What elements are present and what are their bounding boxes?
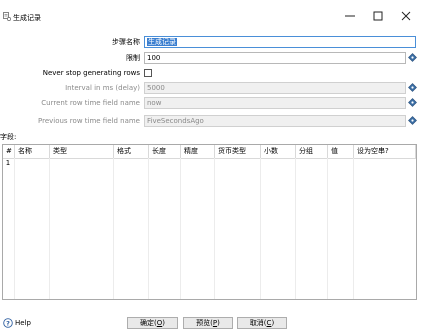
interval-input[interactable]: 5000 [144,82,406,94]
column-header[interactable]: 小数 [261,145,296,158]
limit-label: 限制 [126,54,140,62]
current-time-label: Current row time field name [41,99,140,107]
column-divider [295,158,296,299]
column-header[interactable]: # [3,145,15,158]
column-divider [260,158,261,299]
variable-diamond-icon[interactable] [408,116,417,125]
preview-button[interactable]: 预览(P) [183,317,233,329]
never-stop-checkbox[interactable] [144,69,152,77]
preview-button-label: 预览(P) [196,319,220,327]
help-label: Help [15,319,31,327]
column-header[interactable]: 分组 [296,145,328,158]
maximize-button[interactable] [364,6,392,26]
previous-time-input[interactable]: FiveSecondsAgo [144,115,406,127]
fields-label: 字段: [0,133,17,141]
row-number: 1 [5,159,11,167]
help-button[interactable]: ? Help [3,318,31,328]
fields-table[interactable]: # 名称 类型 格式 长度 精度 货币类型 小数 分组 值 设为空串? 1 [2,144,417,300]
ok-button-label: 确定(O) [140,319,165,327]
column-header[interactable]: 名称 [15,145,50,158]
step-name-input[interactable]: 生成记录 [144,36,416,48]
column-divider [353,158,354,299]
column-divider [49,158,50,299]
close-button[interactable] [392,6,420,26]
step-name-value: 生成记录 [147,38,177,46]
column-header[interactable]: 类型 [50,145,114,158]
column-header[interactable]: 精度 [181,145,215,158]
table-row[interactable]: 1 [3,158,416,170]
column-divider [113,158,114,299]
column-divider [148,158,149,299]
cancel-button[interactable]: 取消(C) [237,317,287,329]
variable-diamond-icon[interactable] [408,98,417,107]
current-time-input[interactable]: now [144,97,406,109]
column-divider [180,158,181,299]
column-header[interactable]: 货币类型 [215,145,261,158]
variable-diamond-icon[interactable] [408,53,417,62]
maximize-icon [373,11,383,21]
column-header[interactable]: 值 [328,145,354,158]
cancel-button-label: 取消(C) [249,319,275,327]
ok-button[interactable]: 确定(O) [127,317,178,329]
column-header[interactable]: 长度 [149,145,181,158]
column-header[interactable]: 格式 [114,145,149,158]
table-header: # 名称 类型 格式 长度 精度 货币类型 小数 分组 值 设为空串? [3,145,416,159]
svg-text:?: ? [6,319,10,327]
limit-input[interactable]: 100 [144,52,406,64]
minimize-button[interactable] [336,6,364,26]
step-name-label: 步骤名称 [112,38,140,46]
minimize-icon [345,15,355,17]
variable-diamond-icon[interactable] [408,83,417,92]
title-bar: 生成记录 [0,0,428,30]
column-divider [327,158,328,299]
column-header[interactable]: 设为空串? [354,145,416,158]
window-title: 生成记录 [13,14,41,22]
interval-label: Interval in ms (delay) [65,84,140,92]
previous-time-label: Previous row time field name [38,117,140,125]
never-stop-label: Never stop generating rows [42,69,140,77]
column-divider [214,158,215,299]
column-divider [14,158,15,299]
app-icon [3,12,11,21]
help-icon: ? [3,318,13,328]
close-icon [401,11,411,21]
